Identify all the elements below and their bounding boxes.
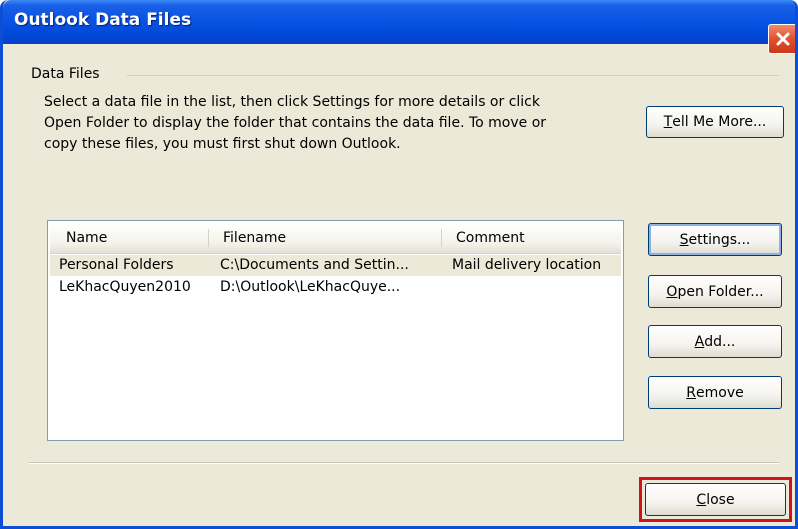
window-title: Outlook Data Files: [14, 10, 192, 30]
instructions-line: Open Folder to display the folder that c…: [44, 115, 547, 131]
accelerator-key: S: [679, 231, 689, 248]
window-close-button[interactable]: [768, 24, 795, 54]
add-button[interactable]: Add...: [648, 325, 782, 358]
cell-filename: D:\Outlook\LeKhacQuye...: [220, 279, 401, 295]
instructions-line: copy these files, you must first shut do…: [44, 136, 401, 152]
accelerator-key: A: [694, 333, 705, 350]
button-label: pen Folder...: [677, 283, 764, 300]
button-label: ettings...: [688, 231, 751, 248]
accelerator-key: R: [686, 384, 696, 401]
column-header-comment[interactable]: Comment: [456, 230, 525, 246]
accelerator-key: T: [663, 114, 673, 130]
cell-name: Personal Folders: [59, 257, 174, 273]
group-divider: [127, 75, 779, 76]
column-divider[interactable]: [208, 229, 209, 247]
button-label: emove: [696, 384, 744, 401]
accelerator-key: O: [666, 283, 678, 300]
list-header: Name Filename Comment: [50, 223, 621, 254]
open-folder-button[interactable]: Open Folder...: [648, 275, 782, 308]
button-label: ell Me More...: [672, 114, 767, 130]
footer-divider: [29, 462, 779, 464]
close-button-highlight: [639, 477, 792, 522]
tell-me-more-button[interactable]: Tell Me More...: [646, 106, 784, 138]
instructions-line: Select a data file in the list, then cli…: [44, 94, 540, 110]
data-files-list[interactable]: Name Filename Comment Personal Folders C…: [47, 220, 624, 441]
column-divider[interactable]: [441, 229, 442, 247]
list-row[interactable]: LeKhacQuyen2010 D:\Outlook\LeKhacQuye...: [50, 277, 621, 298]
column-header-name[interactable]: Name: [66, 230, 107, 246]
instructions-text: Select a data file in the list, then cli…: [44, 92, 614, 155]
settings-button[interactable]: Settings...: [648, 223, 782, 256]
list-row[interactable]: Personal Folders C:\Documents and Settin…: [50, 255, 621, 276]
title-bar[interactable]: Outlook Data Files: [3, 0, 795, 54]
remove-button[interactable]: Remove: [648, 376, 782, 409]
column-header-filename[interactable]: Filename: [223, 230, 286, 246]
outlook-data-files-dialog: Outlook Data Files Data Files Select a d…: [0, 0, 798, 529]
cell-filename: C:\Documents and Settin...: [220, 257, 409, 273]
cell-name: LeKhacQuyen2010: [59, 279, 191, 295]
cell-comment: Mail delivery location: [452, 257, 602, 273]
button-label: dd...: [704, 333, 736, 350]
data-files-group-label: Data Files: [31, 66, 104, 82]
close-icon: [774, 30, 792, 48]
